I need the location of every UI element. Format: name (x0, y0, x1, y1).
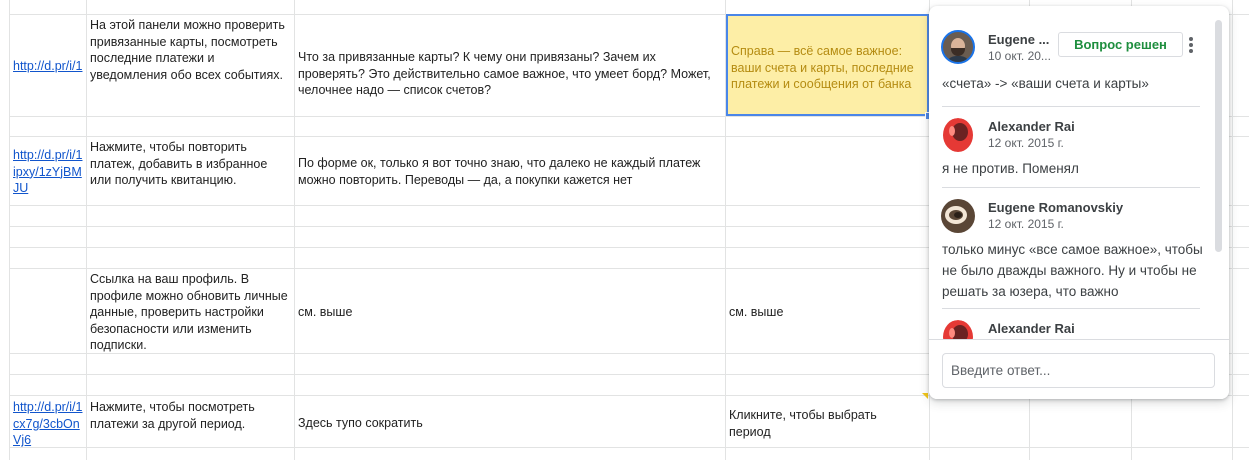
reply-area (929, 339, 1229, 399)
comment-author: Alexander Rai (988, 119, 1075, 134)
cell-description[interactable]: На этой панели можно проверить привязанн… (90, 17, 290, 83)
divider (942, 187, 1200, 188)
divider (942, 308, 1200, 309)
avatar (941, 30, 975, 64)
grid-line (86, 0, 87, 460)
cell-link[interactable]: http://d.pr/i/1ipxy/1zYjBMJU (13, 147, 83, 197)
comment-text: «счета» -> «ваши счета и карты» (942, 76, 1149, 91)
comment-date: 10 окт. 20... (988, 49, 1051, 63)
resolve-button[interactable]: Вопрос решен (1058, 32, 1183, 57)
cell-link[interactable]: http://d.pr/i/1cx7g/3cbOnVj6 (13, 399, 83, 449)
comment-author: Eugene ... (988, 32, 1050, 47)
comment-indicator[interactable] (922, 393, 928, 399)
cell-suggestion[interactable]: Кликните, чтобы выбрать период (729, 407, 919, 440)
cell-comment[interactable]: Здесь тупо сократить (298, 415, 722, 432)
cell-description[interactable]: Нажмите, чтобы повторить платеж, добавит… (90, 139, 290, 189)
divider (942, 106, 1200, 107)
cell-comment[interactable]: Что за привязанные карты? К чему они при… (298, 49, 722, 99)
selected-cell[interactable]: Справа — всё самое важное: ваши счета и … (726, 14, 929, 116)
comment-author: Eugene Romanovskiy (988, 200, 1124, 215)
cell-comment[interactable]: По форме ок, только я вот точно знаю, чт… (298, 155, 722, 188)
comment-thread-panel[interactable]: Eugene ... 10 окт. 20... Вопрос решен «с… (929, 6, 1229, 399)
comment-text: я не против. Поменял (942, 161, 1079, 176)
comment-date: 12 окт. 2015 г. (988, 217, 1064, 231)
comment-author: Alexander Rai (988, 321, 1075, 336)
cell-description[interactable]: Ссылка на ваш профиль. В профиле можно о… (90, 271, 290, 354)
avatar (941, 118, 975, 152)
scrollbar[interactable] (1215, 20, 1222, 252)
reply-input[interactable] (942, 353, 1215, 388)
grid-line (294, 0, 295, 460)
grid-line (9, 0, 10, 460)
comment-date: 12 окт. 2015 г. (988, 136, 1064, 150)
avatar (941, 199, 975, 233)
cell-comment[interactable]: см. выше (298, 304, 722, 321)
cell-link[interactable]: http://d.pr/i/1 (13, 58, 85, 75)
comment-text: только минус «все самое важное», чтобы н… (942, 242, 1203, 299)
grid-line (1232, 0, 1233, 460)
cell-description[interactable]: Нажмите, чтобы посмотреть платежи за дру… (90, 399, 290, 432)
cell-suggestion[interactable]: см. выше (729, 304, 924, 321)
more-vert-icon[interactable] (1187, 36, 1195, 54)
cell-suggestion: Справа — всё самое важное: ваши счета и … (731, 44, 914, 91)
grid-line (9, 447, 1249, 448)
